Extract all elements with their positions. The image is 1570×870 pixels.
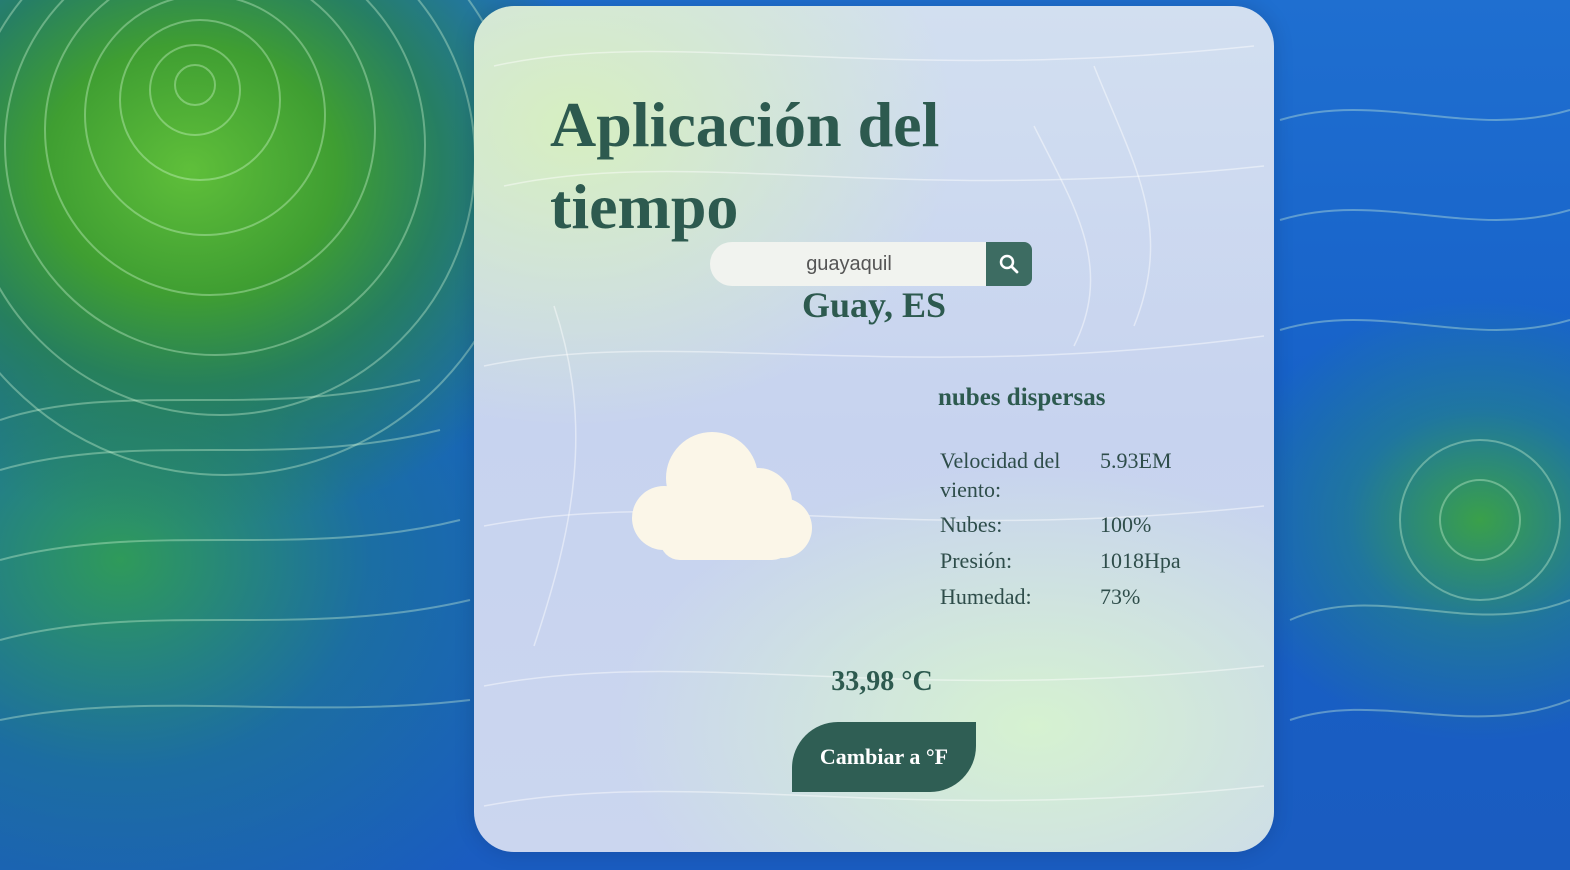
location-name: Guay, ES [801, 285, 947, 325]
weather-card: Aplicación del tiempo Guay, ES nubes dis… [474, 6, 1274, 852]
search-bar [710, 242, 1032, 286]
pressure-label: Presión: [940, 548, 1013, 573]
wind-label: Velocidad del viento: [940, 448, 1061, 502]
pressure-value: 1018Hpa [1100, 548, 1181, 573]
app-title: Aplicación del tiempo [550, 89, 940, 242]
stat-humidity: Humedad: 73% [940, 582, 1210, 618]
clouds-value: 100% [1100, 512, 1152, 537]
weather-description: nubes dispersas [938, 384, 1106, 411]
search-button[interactable] [986, 242, 1032, 286]
search-icon [999, 254, 1019, 274]
stat-wind: Velocidad del viento: 5.93EM [940, 446, 1210, 510]
search-input[interactable] [710, 242, 988, 286]
temperature: 33,98 °C [831, 666, 933, 697]
cloud-icon [632, 432, 812, 560]
humidity-value: 73% [1100, 584, 1141, 609]
weather-stats: Velocidad del viento: 5.93EM Nubes: 100% P… [940, 446, 1210, 618]
clouds-label: Nubes: [940, 512, 1003, 537]
humidity-label: Humedad: [940, 584, 1032, 609]
toggle-unit-button[interactable]: Cambiar a °F [792, 722, 976, 792]
stat-pressure: Presión: 1018Hpa [940, 546, 1210, 582]
stat-clouds: Nubes: 100% [940, 510, 1210, 546]
wind-value: 5.93EM [1100, 448, 1172, 473]
